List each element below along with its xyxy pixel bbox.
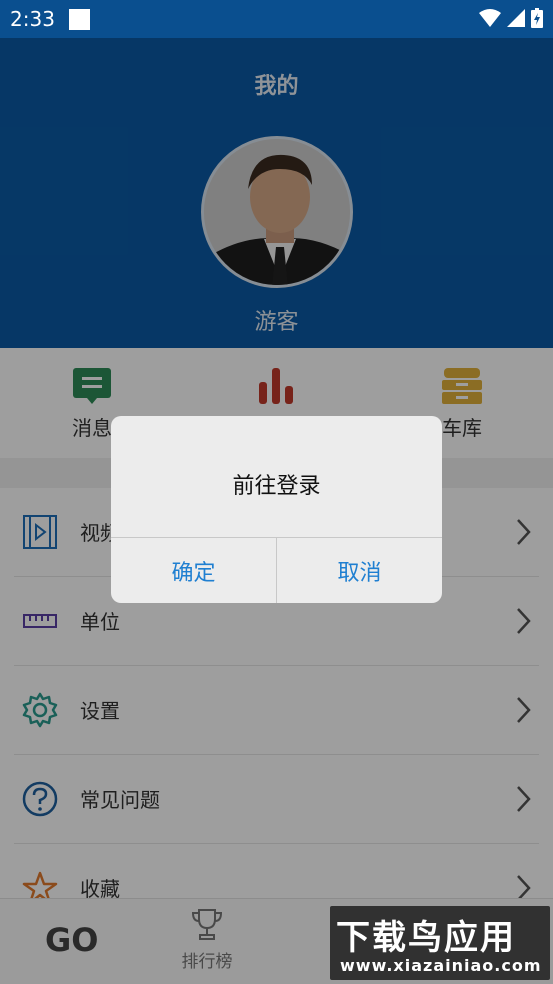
battery-icon bbox=[531, 8, 543, 28]
dialog-buttons: 确定 取消 bbox=[111, 537, 442, 603]
wifi-icon bbox=[479, 9, 501, 27]
watermark: 下载鸟应用 www.xiazainiao.com bbox=[330, 906, 550, 980]
dialog-message: 前往登录 bbox=[232, 474, 321, 499]
dim-overlay-top[interactable] bbox=[0, 38, 553, 348]
status-icons bbox=[479, 8, 543, 28]
cancel-button[interactable]: 取消 bbox=[276, 538, 442, 603]
watermark-url: www.xiazainiao.com bbox=[340, 956, 542, 975]
signal-icon bbox=[507, 9, 525, 27]
notification-icon bbox=[69, 9, 90, 30]
status-time: 2:33 bbox=[10, 7, 55, 31]
login-dialog: 前往登录 确定 取消 bbox=[111, 416, 442, 603]
status-bar: 2:33 bbox=[0, 0, 553, 38]
confirm-button[interactable]: 确定 bbox=[111, 538, 276, 603]
watermark-title: 下载鸟应用 bbox=[336, 918, 516, 958]
